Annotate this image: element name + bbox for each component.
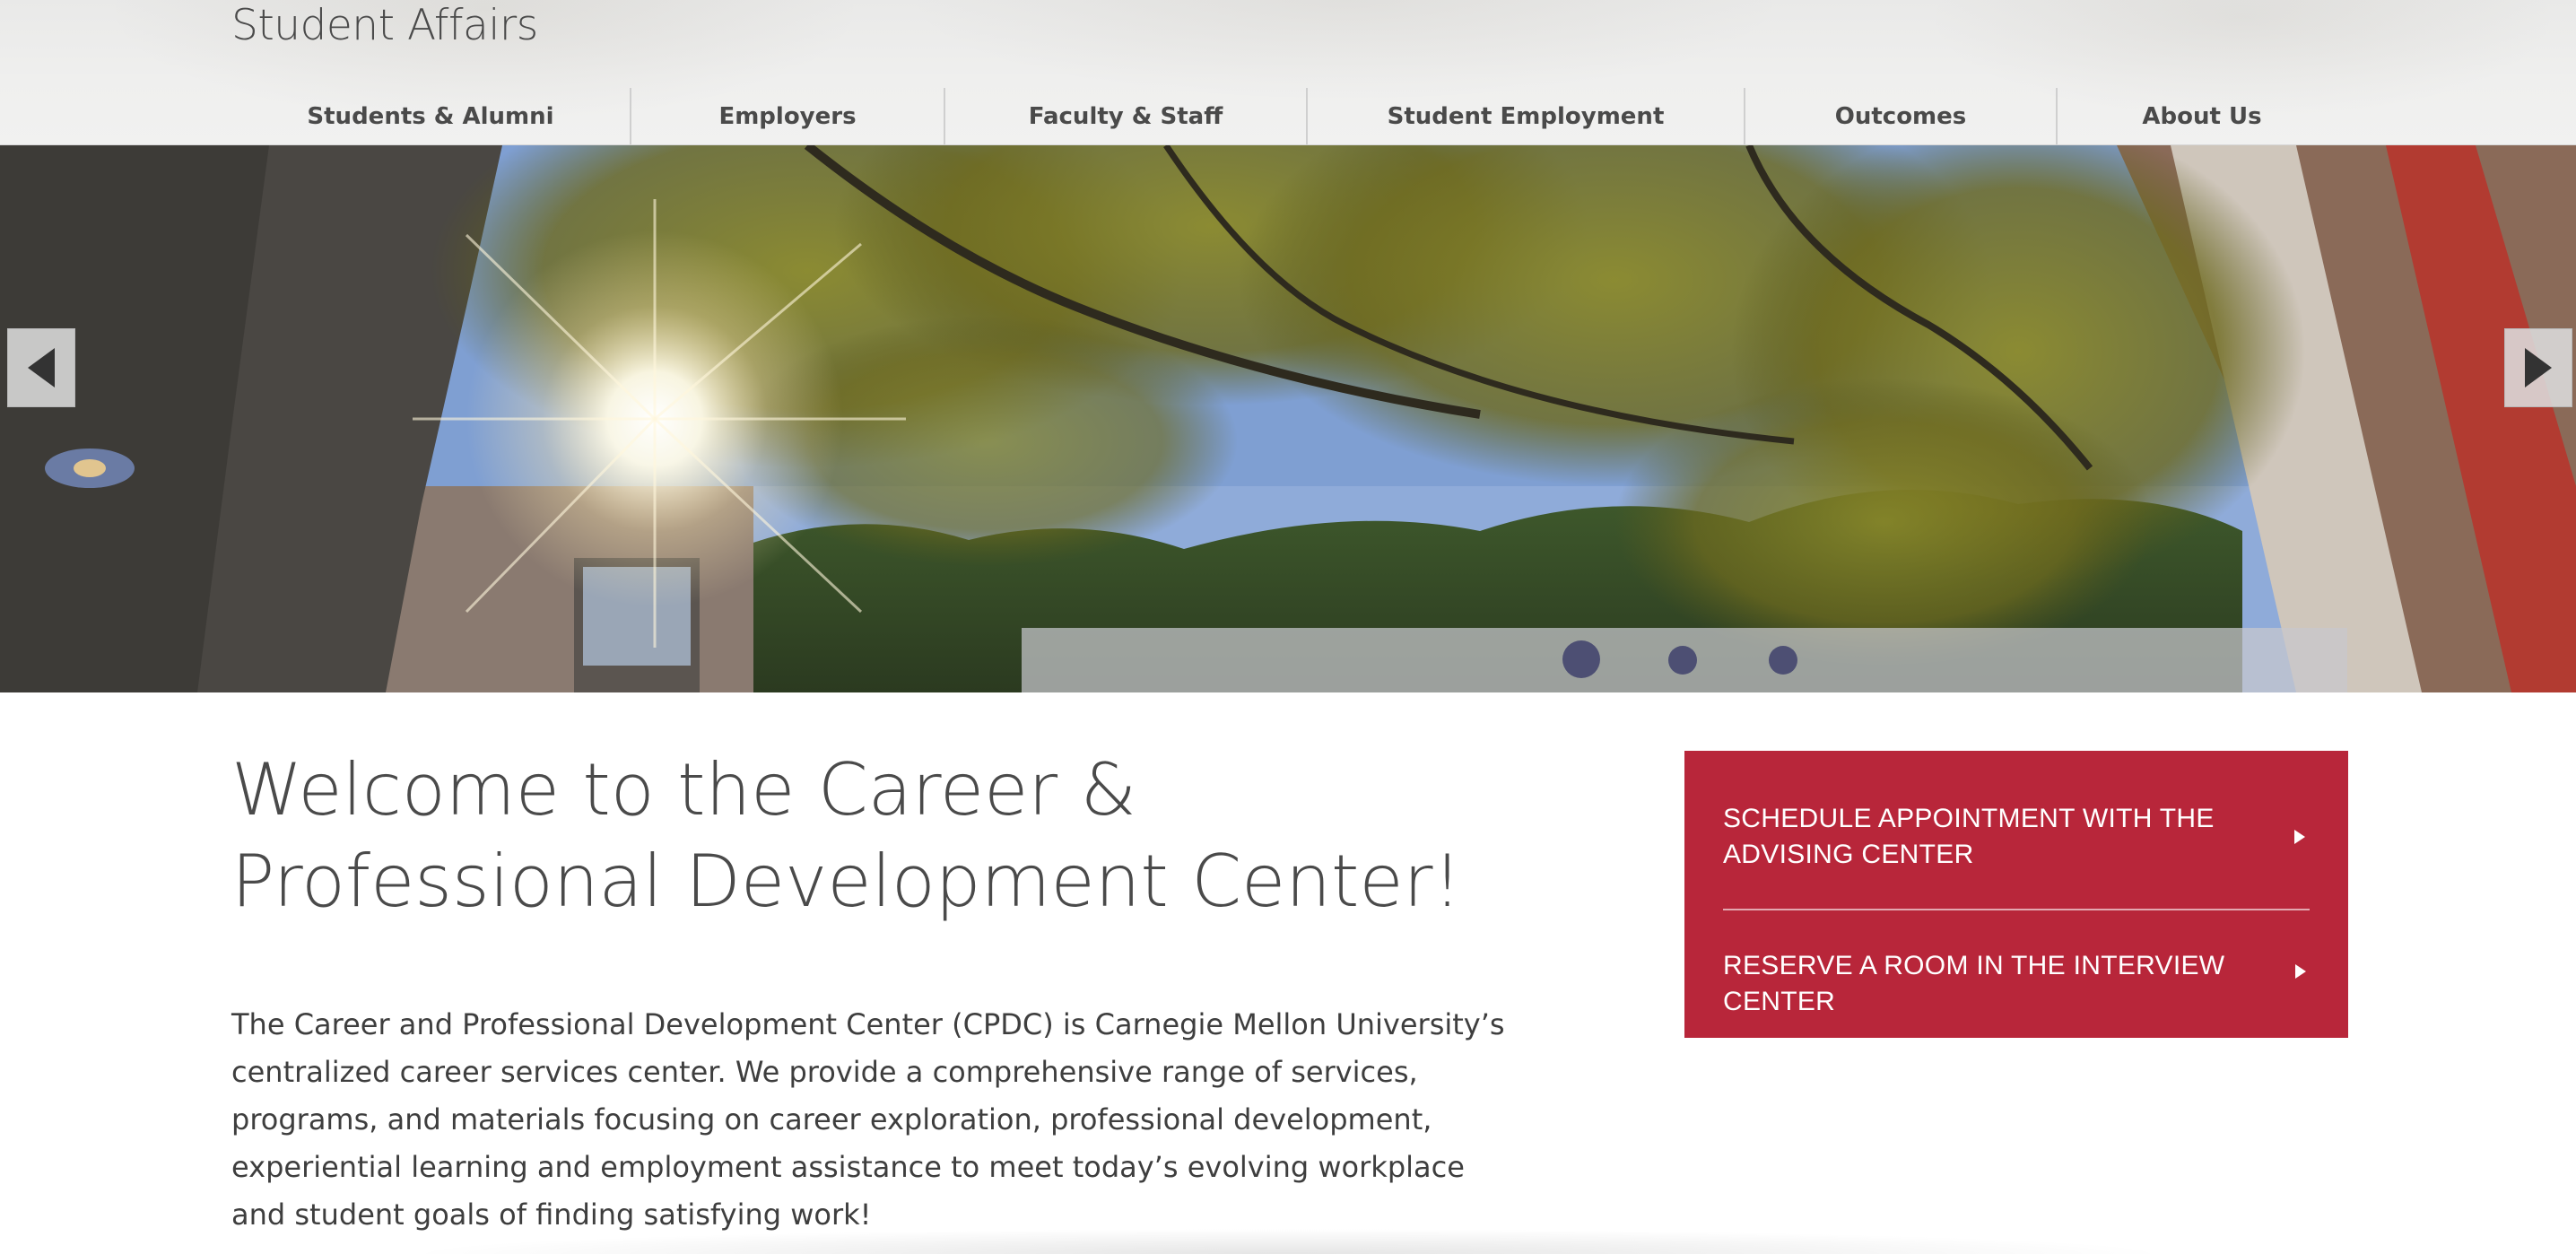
reserve-room-link[interactable]: RESERVE A ROOM IN THE INTERVIEW CENTER bbox=[1723, 948, 2310, 1020]
pager-dot-active[interactable] bbox=[1562, 640, 1600, 678]
hero-carousel bbox=[0, 145, 2576, 692]
site-header: Student Affairs Students & Alumni Employ… bbox=[0, 0, 2576, 145]
carousel-next-button[interactable] bbox=[2504, 328, 2572, 407]
intro-paragraph: The Career and Professional Development … bbox=[231, 1007, 1505, 1232]
site-title[interactable]: Student Affairs bbox=[231, 0, 538, 52]
triangle-right-icon bbox=[2294, 830, 2305, 844]
page-bottom-shadow bbox=[54, 1206, 2522, 1254]
cta-divider bbox=[1723, 909, 2310, 910]
carousel-pager bbox=[1022, 628, 2347, 692]
schedule-appointment-link[interactable]: SCHEDULE APPOINTMENT WITH THE ADVISING C… bbox=[1723, 801, 2310, 873]
pager-dot[interactable] bbox=[1769, 646, 1797, 675]
nav-student-employment[interactable]: Student Employment bbox=[1308, 88, 1745, 144]
cta-panel: SCHEDULE APPOINTMENT WITH THE ADVISING C… bbox=[1684, 751, 2348, 1038]
nav-students-alumni[interactable]: Students & Alumni bbox=[231, 88, 631, 144]
nav-outcomes[interactable]: Outcomes bbox=[1745, 88, 2058, 144]
campus-trees-photo bbox=[0, 145, 2576, 692]
triangle-right-icon bbox=[2525, 348, 2552, 388]
nav-faculty-staff[interactable]: Faculty & Staff bbox=[945, 88, 1308, 144]
carousel-prev-button[interactable] bbox=[7, 328, 75, 407]
triangle-right-icon bbox=[2295, 964, 2306, 979]
pager-dot[interactable] bbox=[1668, 646, 1697, 675]
page-title: Welcome to the Career & Professional Dev… bbox=[231, 748, 1462, 923]
nav-about-us[interactable]: About Us bbox=[2058, 88, 2346, 144]
nav-employers[interactable]: Employers bbox=[631, 88, 945, 144]
main-nav: Students & Alumni Employers Faculty & St… bbox=[231, 88, 2346, 144]
triangle-left-icon bbox=[28, 348, 55, 388]
